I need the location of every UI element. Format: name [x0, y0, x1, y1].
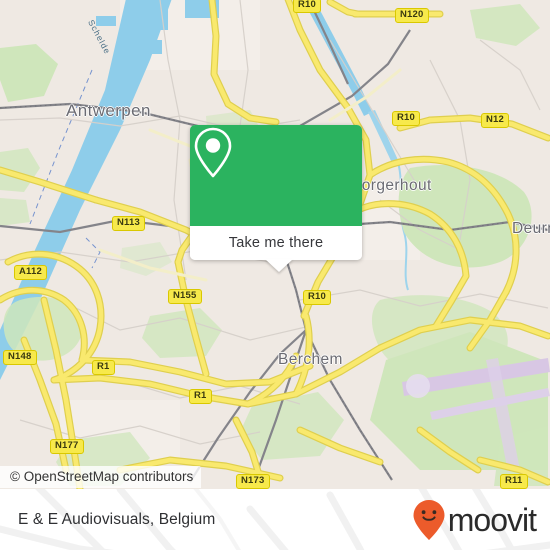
- place-label-berchem: Berchem: [278, 351, 343, 368]
- road-shield-r10-north: R10: [293, 0, 322, 13]
- road-shield-n113: N113: [112, 216, 145, 231]
- place-popup-card[interactable]: Take me there: [190, 125, 362, 272]
- road-shield-n177: N177: [50, 439, 84, 454]
- road-shield-r11: R11: [500, 474, 528, 489]
- take-me-there-label: Take me there: [228, 235, 324, 251]
- road-shield-r1-west: R1: [92, 360, 115, 375]
- road-shield-r10-south: R10: [303, 290, 332, 305]
- road-shield-r1-south: R1: [189, 389, 212, 404]
- map-canvas[interactable]: Schelde Antwerpen Borgerhout Deurne Berc…: [0, 0, 550, 489]
- road-shield-n155: N155: [168, 289, 202, 304]
- road-shield-a112: A112: [14, 265, 47, 280]
- map-pin-icon: [194, 127, 232, 178]
- road-shield-r10-mid: R10: [392, 111, 421, 126]
- moovit-wordmark: moovit: [447, 501, 537, 538]
- popup-card-image-area: [190, 125, 362, 226]
- road-shield-n148: N148: [3, 350, 37, 365]
- place-label-borgerhout: Borgerhout: [351, 177, 432, 194]
- place-label-deurne: Deurne: [512, 220, 550, 237]
- popup-card-pointer: [265, 259, 293, 272]
- place-label-antwerpen: Antwerpen: [66, 101, 151, 120]
- moovit-place-card: Schelde Antwerpen Borgerhout Deurne Berc…: [0, 0, 550, 550]
- footer-bar: E & E Audiovisuals, Belgium moovit: [0, 489, 550, 550]
- place-title: E & E Audiovisuals, Belgium: [18, 510, 216, 528]
- moovit-logo[interactable]: moovit: [412, 499, 537, 541]
- take-me-there-button[interactable]: Take me there: [190, 226, 362, 260]
- moovit-smiling-pin-icon: [413, 499, 445, 540]
- map-attribution[interactable]: © OpenStreetMap contributors: [0, 466, 202, 488]
- road-shield-n173: N173: [236, 474, 270, 489]
- road-shield-n120: N120: [395, 8, 429, 23]
- road-shield-n12: N12: [481, 113, 510, 128]
